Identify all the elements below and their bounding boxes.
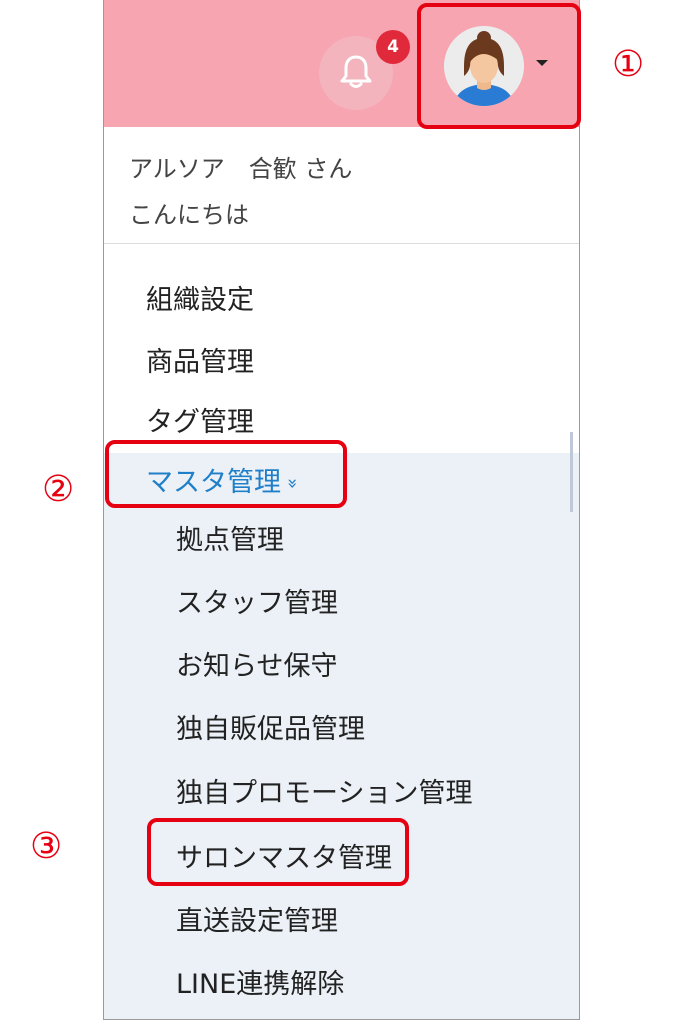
menu-item-product-management[interactable]: 商品管理	[146, 340, 254, 379]
user-name: アルソア 合歓 さん	[129, 155, 353, 183]
submenu-item-line-unlink[interactable]: LINE連携解除	[176, 962, 344, 1001]
submenu-item-staff-management[interactable]: スタッフ管理	[176, 581, 338, 620]
divider	[104, 243, 579, 244]
submenu-item-promo-goods-management[interactable]: 独自販促品管理	[176, 707, 365, 746]
user-greeting: アルソア 合歓 さん こんにちは	[129, 146, 352, 238]
submenu-item-direct-shipping-settings[interactable]: 直送設定管理	[176, 899, 338, 938]
highlight-box-1	[417, 3, 581, 129]
scrollbar[interactable]	[570, 432, 573, 512]
submenu-item-promotion-management[interactable]: 独自プロモーション管理	[176, 771, 472, 810]
callout-2: ②	[42, 469, 75, 510]
bell-icon	[340, 55, 372, 88]
menu-item-organization-settings[interactable]: 組織設定	[146, 278, 254, 317]
highlight-box-2	[105, 440, 347, 508]
submenu-item-notice-maintenance[interactable]: お知らせ保守	[176, 644, 337, 683]
greeting-text: こんにちは	[129, 201, 249, 229]
callout-3: ③	[30, 826, 63, 867]
highlight-box-3	[147, 818, 409, 886]
submenu-item-base-management[interactable]: 拠点管理	[176, 518, 284, 557]
menu-item-tag-management[interactable]: タグ管理	[146, 400, 254, 439]
notification-count-badge: 4	[376, 30, 410, 64]
callout-1: ①	[612, 44, 645, 85]
